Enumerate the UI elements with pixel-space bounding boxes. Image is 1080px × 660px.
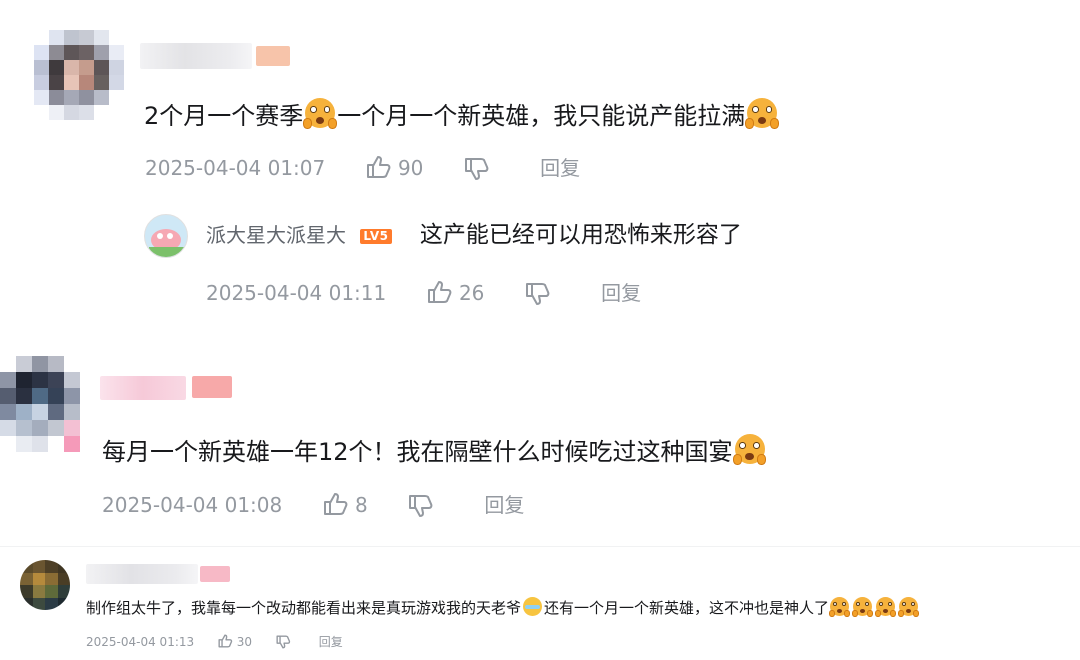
- username-blurred[interactable]: [100, 376, 186, 400]
- dislike-button[interactable]: [276, 635, 295, 649]
- shocked-emoji-icon: [303, 98, 338, 130]
- reply-content: 这产能已经可以用恐怖来形容了: [419, 222, 742, 248]
- level-badge: LV5: [360, 229, 392, 244]
- username-blurred[interactable]: [86, 564, 198, 584]
- thumbs-down-icon: [464, 158, 489, 180]
- like-button[interactable]: 90: [366, 156, 430, 180]
- like-count: 8: [354, 493, 368, 517]
- avatar[interactable]: [0, 356, 80, 452]
- comment-meta: 2025-04-04 01:07 90 回复: [145, 153, 580, 183]
- reply-button[interactable]: 回复: [540, 156, 580, 180]
- dislike-button[interactable]: [408, 493, 440, 517]
- comment-time: 2025-04-04 01:08: [102, 493, 283, 517]
- level-badge-blurred: [192, 376, 232, 398]
- comment-content: 2个月一个赛季 一个月一个新英雄，我只能说产能拉满: [144, 96, 780, 136]
- reply-header: 派大星大派星大 LV5 这产能已经可以用恐怖来形容了: [206, 219, 742, 251]
- like-button[interactable]: 30: [218, 634, 256, 649]
- reply-button[interactable]: 回复: [601, 281, 641, 305]
- like-count: 26: [458, 281, 485, 305]
- shocked-emoji-icon: [745, 98, 780, 130]
- reply-username[interactable]: 派大星大派星大: [206, 223, 346, 247]
- shocked-emoji-icon: [874, 597, 897, 617]
- thumbs-up-icon: [366, 156, 390, 178]
- comment-content: 每月一个新英雄一年12个！我在隔壁什么时候吃过这种国宴: [102, 432, 767, 472]
- thumbs-down-icon: [276, 635, 291, 649]
- reply-button[interactable]: 回复: [484, 493, 524, 517]
- shocked-emoji-icon: [732, 434, 767, 466]
- comment-time: 2025-04-04 01:07: [145, 156, 326, 180]
- divider: [0, 546, 1080, 547]
- comment-text-part1: 制作组太牛了，我靠每一个改动都能看出来是真玩游戏我的天老爷: [86, 599, 522, 617]
- comment-text-part2: 还有一个月一个新英雄，这不冲也是神人了: [544, 599, 830, 617]
- comment-meta: 2025-04-04 01:08 8 回复: [102, 490, 524, 520]
- username-blurred[interactable]: [140, 43, 252, 69]
- comment-text-part1: 2个月一个赛季: [144, 102, 304, 130]
- like-button[interactable]: 26: [427, 281, 491, 305]
- like-button[interactable]: 8: [323, 493, 374, 517]
- comment-time: 2025-04-04 01:13: [86, 635, 195, 649]
- thumbs-down-icon: [409, 495, 433, 517]
- like-count: 30: [236, 635, 253, 649]
- reply-time: 2025-04-04 01:11: [206, 281, 387, 305]
- laughing-tears-emoji-icon: [523, 597, 543, 616]
- thumbs-up-icon: [218, 634, 233, 648]
- shocked-emoji-icon: [828, 597, 851, 617]
- comment-text: 每月一个新英雄一年12个！我在隔壁什么时候吃过这种国宴: [102, 438, 733, 466]
- dislike-button[interactable]: [525, 281, 557, 305]
- reply-meta: 2025-04-04 01:11 26 回复: [206, 278, 641, 308]
- thumbs-down-icon: [525, 283, 550, 305]
- shocked-emoji-icon: [851, 597, 874, 617]
- thumbs-up-icon: [427, 281, 451, 303]
- avatar[interactable]: [20, 560, 70, 610]
- thumbs-up-icon: [323, 493, 347, 515]
- reply-button[interactable]: 回复: [319, 635, 343, 649]
- avatar[interactable]: [34, 30, 124, 120]
- shocked-emoji-icon: [897, 597, 920, 617]
- like-count: 90: [397, 156, 424, 180]
- reply-avatar[interactable]: [144, 214, 188, 258]
- level-badge-blurred: [200, 566, 230, 582]
- comment-meta: 2025-04-04 01:13 30 回复: [86, 632, 343, 652]
- comment-content: 制作组太牛了，我靠每一个改动都能看出来是真玩游戏我的天老爷 还有一个月一个新英雄，…: [86, 596, 920, 620]
- level-badge-blurred: [256, 46, 290, 66]
- dislike-button[interactable]: [464, 156, 496, 180]
- comment-text-part2: 一个月一个新英雄，我只能说产能拉满: [337, 102, 746, 130]
